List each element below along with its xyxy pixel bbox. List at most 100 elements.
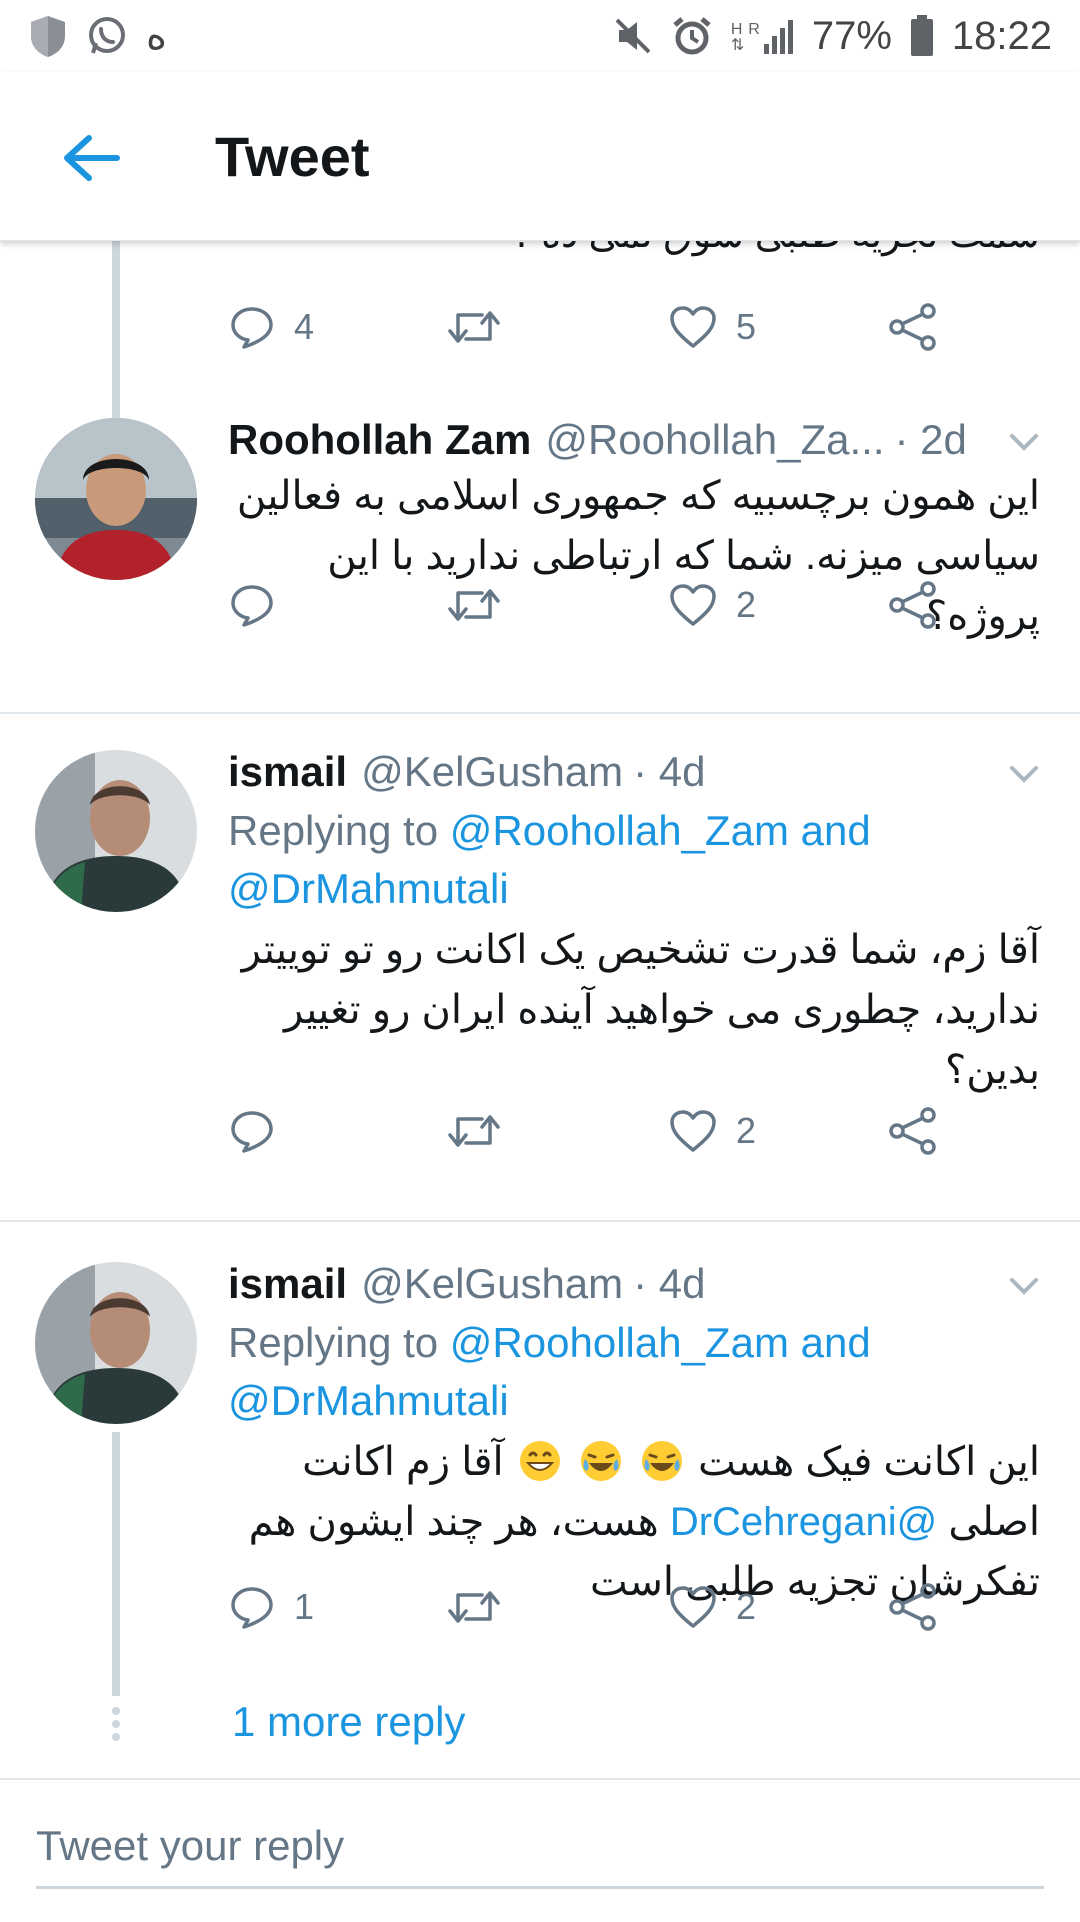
laughing-emoji-icon (642, 1441, 683, 1481)
whatsapp-icon (89, 17, 125, 54)
share-icon (889, 1583, 936, 1631)
heart-icon (670, 1110, 716, 1152)
divider (0, 712, 1080, 714)
retweet-button[interactable] (446, 570, 502, 640)
signal-indicator: H ⇅ R (731, 18, 794, 54)
mention-link[interactable]: @Roohollah_Zam (450, 1319, 789, 1366)
grinning-emoji-icon (519, 1441, 560, 1481)
reply-input[interactable] (36, 1806, 1044, 1889)
tweet-time: · 4d (633, 1260, 706, 1307)
reply-composer (0, 1778, 1080, 1922)
clock: 18:22 (951, 13, 1052, 58)
avatar[interactable] (35, 418, 197, 580)
reply-count: 4 (294, 306, 315, 347)
share-icon (889, 581, 936, 629)
tweet-time: · 2d (894, 416, 967, 463)
retweet-icon (448, 589, 500, 621)
network-h-label: H (730, 21, 743, 38)
like-button[interactable]: 2 (668, 1096, 756, 1166)
status-left-glyph: ه (146, 14, 167, 58)
retweet-button[interactable] (446, 292, 502, 362)
shield-icon (31, 16, 65, 57)
replying-and: and (800, 807, 871, 854)
mute-icon (615, 18, 651, 54)
chevron-down-icon[interactable] (1002, 420, 1046, 464)
status-bar: ه H ⇅ R 77% 18:22 (0, 0, 1080, 72)
app-header: Tweet (0, 72, 1080, 241)
thread-dots-icon (112, 1707, 120, 1741)
retweet-icon (448, 311, 500, 343)
tweet-item[interactable]: ismail @KelGusham · 4d Replying to @Rooh… (0, 748, 1080, 1220)
tweet-actions: 1 2 (228, 1572, 948, 1642)
reply-icon (231, 1111, 273, 1153)
tweet-actions: 4 5 (228, 292, 948, 362)
share-button[interactable] (888, 1096, 938, 1166)
tweet-text-part: این اکانت فیک هست (698, 1440, 1040, 1484)
back-button[interactable] (55, 122, 127, 194)
reply-button[interactable]: 1 (228, 1572, 314, 1642)
reply-count: 1 (294, 1586, 315, 1627)
like-button[interactable]: 2 (668, 1572, 756, 1642)
replying-prefix: Replying to (228, 807, 439, 854)
thread-line (112, 240, 120, 418)
tweet-item[interactable]: ismail @KelGusham · 4d Replying to @Rooh… (0, 1260, 1080, 1778)
reply-button[interactable]: 4 (228, 292, 314, 362)
retweet-button[interactable] (446, 1572, 502, 1642)
chevron-down-icon[interactable] (1002, 1264, 1046, 1308)
battery-percent: 77% (811, 13, 892, 58)
signal-icon (763, 20, 793, 54)
share-button[interactable] (888, 570, 938, 640)
reply-icon (231, 1587, 273, 1629)
tweet-text-part: آقا زم (406, 1440, 504, 1484)
status-right: H ⇅ R 77% 18:22 (613, 14, 1052, 59)
user-name[interactable]: ismail (228, 748, 347, 796)
like-count: 2 (736, 584, 757, 625)
alarm-icon (673, 17, 711, 55)
mention-link[interactable]: @DrMahmutali (228, 865, 509, 912)
user-handle[interactable]: @KelGusham (361, 748, 623, 796)
network-r-label: R (748, 21, 760, 38)
share-icon (889, 303, 936, 351)
replying-prefix: Replying to (228, 1319, 439, 1366)
mention-link[interactable]: @DrCehregani (670, 1500, 937, 1544)
replying-and: and (800, 1319, 871, 1366)
laughing-emoji-icon (580, 1441, 621, 1481)
more-replies-link[interactable]: 1 more reply (232, 1698, 465, 1746)
replying-to: Replying to @Roohollah_Zam and @DrMahmut… (228, 1314, 1030, 1430)
like-count: 2 (736, 1586, 757, 1627)
tweet-actions: 2 (228, 570, 948, 640)
tweet-header: ismail @KelGusham · 4d (228, 1260, 1040, 1308)
like-button[interactable]: 2 (668, 570, 756, 640)
back-arrow-icon (64, 135, 120, 181)
share-button[interactable] (888, 292, 938, 362)
mention-link[interactable]: @DrMahmutali (228, 1377, 509, 1424)
mention-link[interactable]: @Roohollah_Zam (450, 807, 789, 854)
tweet-timeline[interactable]: سمت تجزیه طلبی سوق نمی ده ؟ 4 5 (0, 240, 1080, 1778)
heart-icon (670, 306, 716, 348)
avatar[interactable] (35, 750, 197, 912)
retweet-icon (448, 1115, 500, 1147)
user-handle[interactable]: @Roohollah_Za... (545, 416, 884, 464)
like-button[interactable]: 5 (668, 292, 756, 362)
retweet-button[interactable] (446, 1096, 502, 1166)
retweet-icon (448, 1591, 500, 1623)
tweet-time: · 4d (633, 748, 706, 795)
tweet-header: ismail @KelGusham · 4d (228, 748, 1040, 796)
user-name[interactable]: Roohollah Zam (228, 416, 531, 464)
reply-button[interactable] (228, 1096, 294, 1166)
heart-icon (670, 1586, 716, 1628)
avatar[interactable] (35, 1262, 197, 1424)
heart-icon (670, 584, 716, 626)
user-handle[interactable]: @KelGusham (361, 1260, 623, 1308)
user-name[interactable]: ismail (228, 1260, 347, 1308)
chevron-down-icon[interactable] (1002, 752, 1046, 796)
reply-icon (231, 307, 273, 349)
share-icon (889, 1107, 936, 1155)
reply-button[interactable] (228, 570, 294, 640)
status-left: ه (28, 13, 167, 59)
partial-tweet-text: سمت تجزیه طلبی سوق نمی ده ؟ (510, 240, 1040, 257)
like-count: 2 (736, 1110, 757, 1151)
reply-icon (231, 585, 273, 627)
share-button[interactable] (888, 1572, 938, 1642)
like-count: 5 (736, 306, 757, 347)
